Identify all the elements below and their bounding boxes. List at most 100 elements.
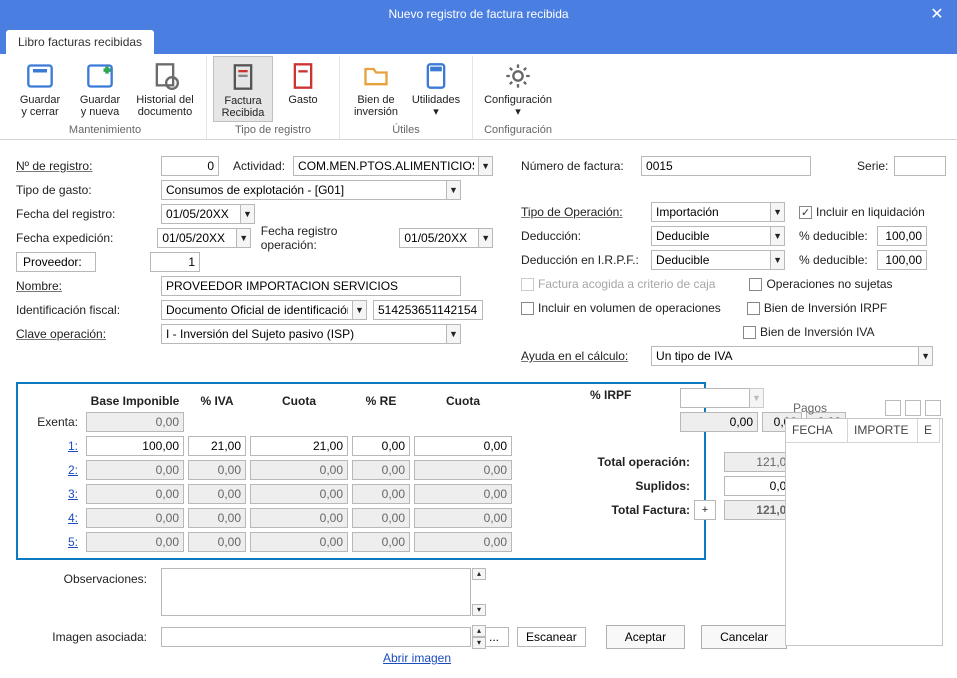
chevron-down-icon[interactable]: ▼ [479,156,493,176]
chevron-down-icon[interactable]: ▼ [479,228,493,248]
col-cuota2: Cuota [414,388,512,408]
pct-deducible2-input[interactable] [877,250,927,270]
pagos-add-icon[interactable] [885,400,901,416]
abrir-imagen-link[interactable]: Abrir imagen [383,651,451,665]
expense-icon [289,62,317,90]
idfiscal-tipo-select[interactable] [161,300,353,320]
ribbon: Guardar y cerrar Guardar y nueva Histori… [0,54,957,140]
chevron-down-icon[interactable]: ▼ [237,228,251,248]
ayuda-select[interactable] [651,346,919,366]
serie-label: Serie: [857,159,888,173]
proveedor-button[interactable]: Proveedor: [16,252,96,272]
imagen-label: Imagen asociada: [16,630,161,644]
cancelar-button[interactable]: Cancelar [701,625,787,649]
chevron-down-icon[interactable]: ▼ [771,226,785,246]
iva-base-5 [86,532,184,552]
fecha-registro-input[interactable] [161,204,241,224]
irpf-header: % IRPF [590,388,676,408]
nregistro-input[interactable] [161,156,219,176]
chevron-down-icon[interactable]: ▼ [750,388,764,408]
scan-button[interactable]: Escanear [517,627,586,647]
col-fecha[interactable]: FECHA [786,419,848,443]
ribbon-historial[interactable]: Historial del documento [130,56,200,122]
nombre-input[interactable] [161,276,461,296]
iva-cuota2-3 [414,484,512,504]
close-icon[interactable]: ✕ [917,0,957,28]
chevron-down-icon[interactable]: ▼ [771,202,785,222]
iva-cuota-1[interactable] [250,436,348,456]
pagos-delete-icon[interactable] [925,400,941,416]
obs-up-icon[interactable]: ▴ [472,568,486,580]
ribbon-guardar-cerrar[interactable]: Guardar y cerrar [10,56,70,122]
observaciones-input[interactable] [161,568,471,616]
proveedor-input[interactable] [150,252,200,272]
save-close-icon [26,62,54,90]
col-importe[interactable]: IMPORTE [848,419,918,443]
col-base: Base Imponible [86,388,184,408]
suplidos-label: Suplidos: [588,479,690,493]
incluir-liquidacion-checkbox[interactable] [799,206,812,219]
exenta-base [86,412,184,432]
gear-icon [504,62,532,90]
row-link-1[interactable]: 1: [68,439,78,453]
tipo-gasto-select[interactable] [161,180,447,200]
op-no-sujetas-checkbox[interactable] [749,278,762,291]
ribbon-configuracion[interactable]: Configuración ▾ [479,56,557,122]
ded-irpf-label: Deducción en I.R.P.F.: [521,253,651,267]
col-e[interactable]: E [918,419,940,443]
irpf-select[interactable] [680,388,750,408]
idfiscal-num-input[interactable] [373,300,483,320]
bien-inv-iva-checkbox[interactable] [743,326,756,339]
tab-libro-facturas[interactable]: Libro facturas recibidas [6,30,154,54]
aceptar-button[interactable]: Aceptar [606,625,685,649]
col-pre: % RE [352,388,410,408]
iva-pre-2 [352,460,410,480]
bien-inv-irpf-checkbox[interactable] [747,302,760,315]
ribbon-group-label: Configuración [484,124,552,136]
deduccion-select[interactable] [651,226,771,246]
row-link-4[interactable]: 4: [68,511,78,525]
iva-base-1[interactable] [86,436,184,456]
pct-deducible-input[interactable] [877,226,927,246]
pagos-table[interactable]: FECHA IMPORTE E [785,418,943,646]
ribbon-bien-inversion[interactable]: Bien de inversión [346,56,406,122]
iva-pre-3 [352,484,410,504]
iva-piva-1[interactable] [188,436,246,456]
incluir-vol-checkbox[interactable] [521,302,534,315]
imagen-path-input[interactable] [161,627,471,647]
clave-op-select[interactable] [161,324,447,344]
pagos-edit-icon[interactable] [905,400,921,416]
numfact-input[interactable] [641,156,811,176]
chevron-down-icon[interactable]: ▼ [447,324,461,344]
ribbon-gasto[interactable]: Gasto [273,56,333,122]
iva-pre-1[interactable] [352,436,410,456]
exenta-label: Exenta: [24,415,82,429]
total-fact-label: Total Factura: [588,503,690,517]
nregistro-label: Nº de registro: [16,159,161,173]
row-link-5[interactable]: 5: [68,535,78,549]
chevron-down-icon[interactable]: ▼ [241,204,255,224]
total-fact-toggle[interactable]: + [694,500,716,520]
row-link-3[interactable]: 3: [68,487,78,501]
actividad-select[interactable] [293,156,479,176]
iva-cuota-2 [250,460,348,480]
row-link-2[interactable]: 2: [68,463,78,477]
fecha-exp-input[interactable] [157,228,237,248]
ribbon-factura-recibida[interactable]: Factura Recibida [213,56,273,122]
serie-input[interactable] [894,156,946,176]
chevron-down-icon[interactable]: ▼ [353,300,367,320]
iva-cuota2-1[interactable] [414,436,512,456]
obs-down-icon[interactable]: ▾ [472,604,486,616]
ded-irpf-select[interactable] [651,250,771,270]
chevron-down-icon[interactable]: ▼ [771,250,785,270]
tipo-op-select[interactable] [651,202,771,222]
fecha-reg-op-input[interactable] [399,228,479,248]
iva-base-3 [86,484,184,504]
chevron-down-icon[interactable]: ▼ [447,180,461,200]
img-down-icon[interactable]: ▾ [472,637,486,649]
ribbon-utilidades[interactable]: Utilidades ▾ [406,56,466,122]
img-up-icon[interactable]: ▴ [472,625,486,637]
chevron-down-icon[interactable]: ▼ [919,346,933,366]
fecha-registro-label: Fecha del registro: [16,207,161,221]
ribbon-guardar-nueva[interactable]: Guardar y nueva [70,56,130,122]
